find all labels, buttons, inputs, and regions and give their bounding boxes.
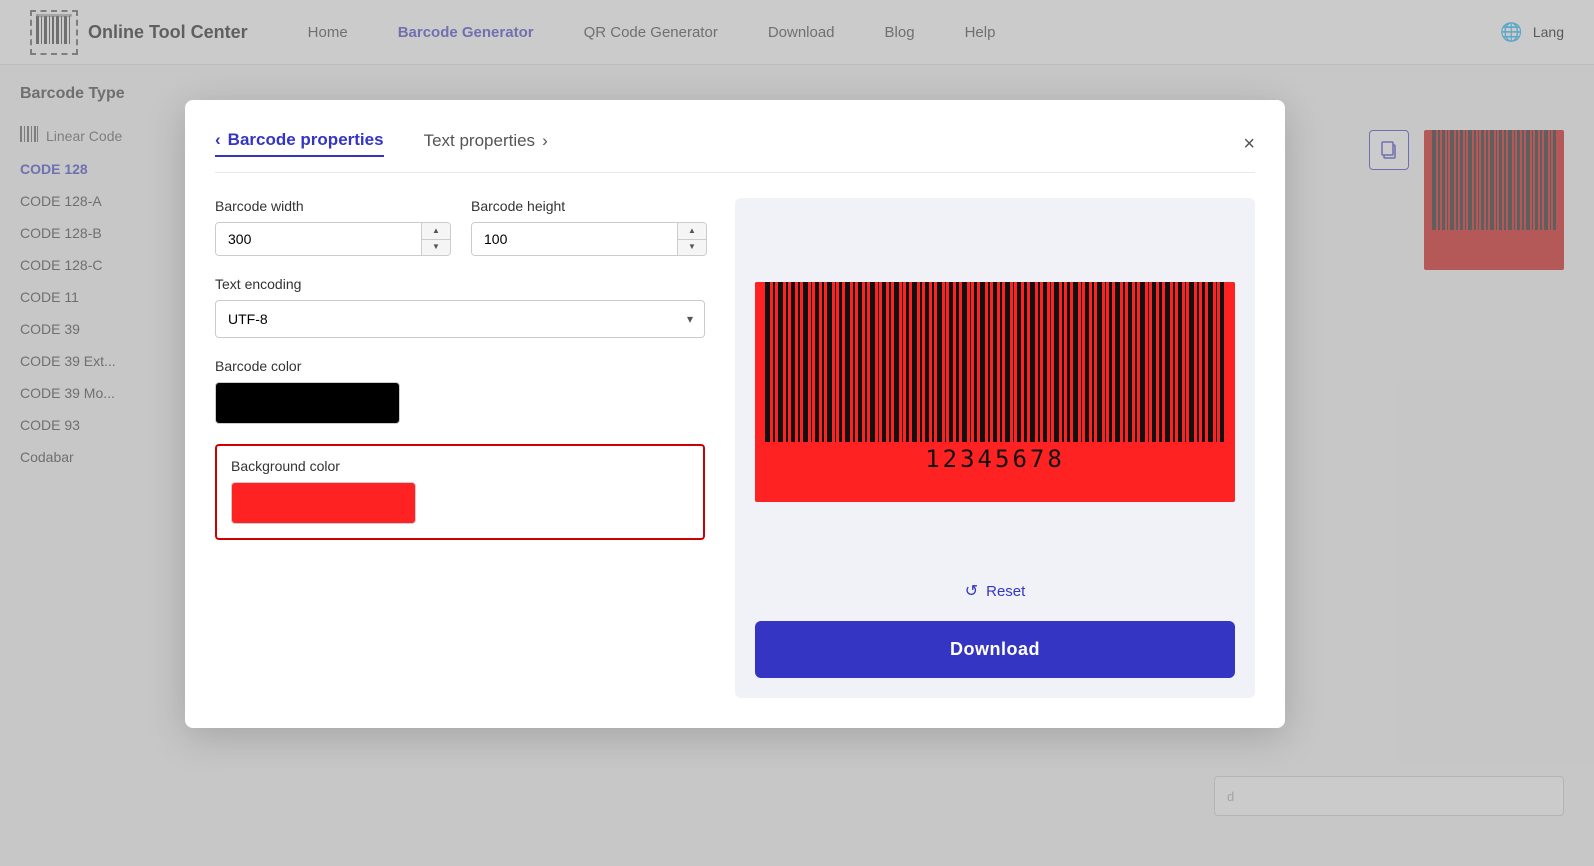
tab-text-properties[interactable]: Text properties › — [424, 131, 548, 156]
modal-header: ‹ Barcode properties Text properties › × — [215, 130, 1255, 173]
width-decrement-button[interactable]: ▼ — [422, 240, 450, 256]
modal-close-button[interactable]: × — [1243, 134, 1255, 154]
background-color-swatch[interactable] — [231, 482, 416, 524]
download-button[interactable]: Download — [755, 621, 1235, 678]
reset-label: Reset — [986, 583, 1025, 600]
width-increment-button[interactable]: ▲ — [422, 223, 450, 240]
height-increment-button[interactable]: ▲ — [678, 223, 706, 240]
background-color-box: Background color — [215, 444, 705, 540]
tab-barcode-properties-label: Barcode properties — [228, 130, 384, 150]
barcode-height-group: Barcode height ▲ ▼ — [471, 198, 707, 256]
text-encoding-label: Text encoding — [215, 276, 705, 292]
modal-left-panel: Barcode width ▲ ▼ Barcode height — [215, 198, 705, 698]
barcode-width-spinner: ▲ ▼ — [215, 222, 451, 256]
dimension-row: Barcode width ▲ ▼ Barcode height — [215, 198, 705, 256]
chevron-left-icon: ‹ — [215, 130, 221, 150]
barcode-color-group: Barcode color — [215, 358, 705, 424]
text-encoding-select-wrapper: UTF-8 ASCII ISO-8859-1 ▾ — [215, 300, 705, 338]
barcode-preview: 12345678 — [755, 218, 1235, 566]
svg-text:12345678: 12345678 — [925, 445, 1065, 472]
text-encoding-group: Text encoding UTF-8 ASCII ISO-8859-1 ▾ — [215, 276, 705, 338]
width-spinner-buttons: ▲ ▼ — [421, 223, 450, 255]
tab-text-properties-label: Text properties — [424, 131, 536, 151]
tab-barcode-properties[interactable]: ‹ Barcode properties — [215, 130, 384, 157]
text-encoding-select[interactable]: UTF-8 ASCII ISO-8859-1 — [215, 300, 705, 338]
reset-button[interactable]: ↺ Reset — [965, 581, 1026, 601]
reset-icon: ↺ — [965, 581, 978, 601]
barcode-width-group: Barcode width ▲ ▼ — [215, 198, 451, 256]
modal-tabs: ‹ Barcode properties Text properties › — [215, 130, 548, 157]
chevron-right-icon: › — [542, 131, 548, 151]
background-color-label: Background color — [231, 458, 689, 474]
barcode-image: 12345678 — [755, 282, 1235, 502]
height-decrement-button[interactable]: ▼ — [678, 240, 706, 256]
barcode-height-label: Barcode height — [471, 198, 707, 214]
barcode-width-label: Barcode width — [215, 198, 451, 214]
barcode-width-input[interactable] — [216, 223, 421, 255]
barcode-height-spinner: ▲ ▼ — [471, 222, 707, 256]
height-spinner-buttons: ▲ ▼ — [677, 223, 706, 255]
barcode-color-swatch[interactable] — [215, 382, 400, 424]
modal-right-panel: 12345678 ↺ Reset Download — [735, 198, 1255, 698]
modal: ‹ Barcode properties Text properties › ×… — [185, 100, 1285, 728]
barcode-color-label: Barcode color — [215, 358, 705, 374]
barcode-height-input[interactable] — [472, 223, 677, 255]
modal-body: Barcode width ▲ ▼ Barcode height — [215, 198, 1255, 698]
